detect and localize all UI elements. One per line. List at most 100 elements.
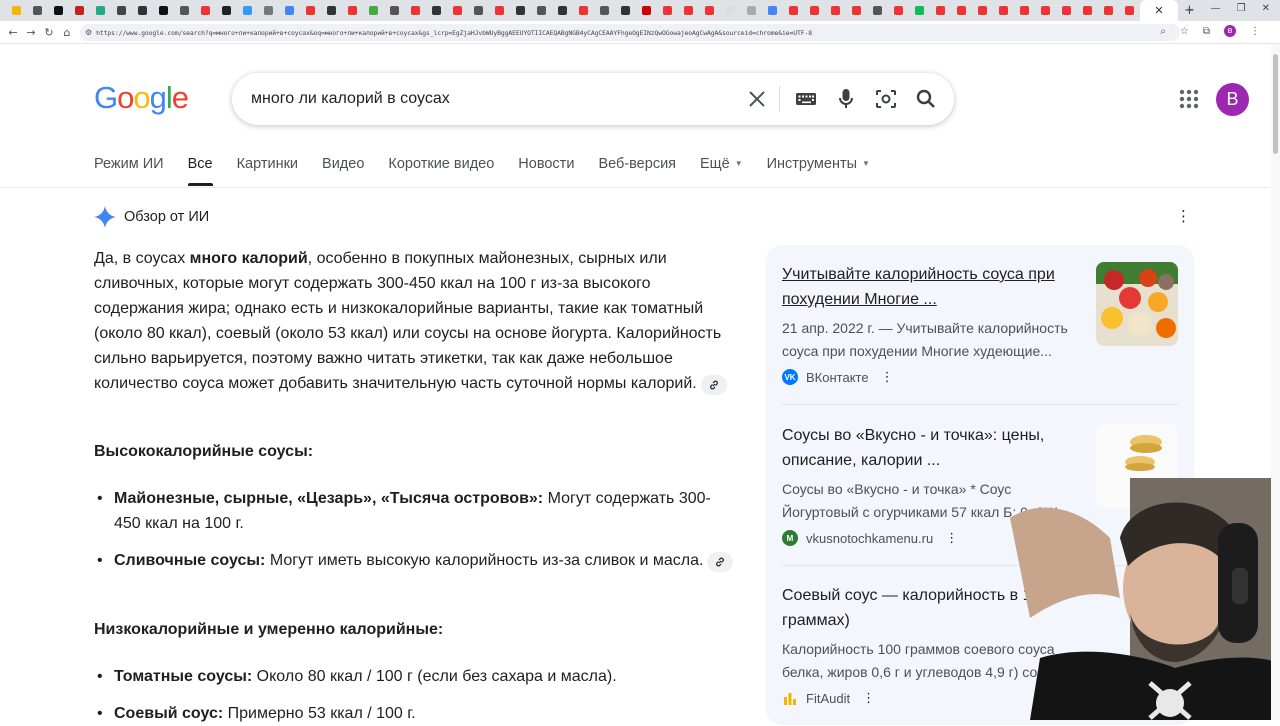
browser-tab[interactable] — [426, 0, 447, 21]
browser-tab[interactable] — [90, 0, 111, 21]
browser-tab[interactable] — [657, 0, 678, 21]
minimize-icon[interactable]: — — [1211, 3, 1221, 14]
browser-tab[interactable] — [678, 0, 699, 21]
browser-tab[interactable] — [468, 0, 489, 21]
keyboard-icon[interactable] — [794, 87, 818, 111]
site-info-icon[interactable]: ⚙ — [85, 28, 92, 37]
reload-icon[interactable]: ↻ — [40, 26, 58, 39]
filter-tab[interactable]: Все — [187, 156, 213, 186]
browser-tab[interactable] — [573, 0, 594, 21]
address-bar[interactable]: ⚙ https://www.google.com/search?q=много+… — [80, 24, 1180, 41]
browser-tab[interactable] — [237, 0, 258, 21]
close-window-icon[interactable]: ✕ — [1262, 3, 1270, 14]
filter-tab[interactable]: Видео — [322, 156, 364, 172]
browser-tab[interactable] — [594, 0, 615, 21]
browser-tab[interactable] — [930, 0, 951, 21]
microphone-icon[interactable] — [834, 87, 858, 111]
maximize-icon[interactable]: ❐ — [1237, 3, 1246, 14]
browser-tab[interactable] — [510, 0, 531, 21]
browser-tab[interactable] — [300, 0, 321, 21]
browser-tab[interactable] — [720, 0, 741, 21]
browser-tab[interactable] — [867, 0, 888, 21]
browser-tab[interactable] — [993, 0, 1014, 21]
chevron-down-icon[interactable]: ⌄ — [1186, 3, 1194, 14]
source-title[interactable]: Соусы во «Вкусно - и точка»: цены, описа… — [782, 423, 1082, 473]
browser-tab[interactable] — [888, 0, 909, 21]
more-options-icon[interactable]: ⋮ — [881, 370, 894, 385]
filter-tab[interactable]: Режим ИИ — [94, 156, 164, 172]
filter-tab[interactable]: Ещё ▼ — [700, 156, 743, 172]
browser-tab[interactable] — [1035, 0, 1056, 21]
browser-tab[interactable] — [615, 0, 636, 21]
browser-tab[interactable] — [762, 0, 783, 21]
more-options-icon[interactable]: ⋮ — [862, 691, 875, 706]
browser-tab[interactable] — [1098, 0, 1119, 21]
back-icon[interactable]: ← — [4, 26, 22, 39]
filter-tab[interactable]: Веб-версия — [598, 156, 676, 172]
browser-tab[interactable] — [69, 0, 90, 21]
source-link-icon[interactable] — [707, 552, 734, 572]
browser-tab[interactable] — [699, 0, 720, 21]
zoom-icon[interactable]: ⌕ — [1160, 26, 1166, 37]
browser-tab[interactable] — [489, 0, 510, 21]
browser-tab[interactable] — [909, 0, 930, 21]
browser-tab[interactable] — [552, 0, 573, 21]
source-thumbnail[interactable] — [1096, 262, 1178, 346]
browser-tab[interactable] — [132, 0, 153, 21]
filter-tab[interactable]: Новости — [518, 156, 574, 172]
more-options-icon[interactable]: ⋮ — [945, 531, 958, 546]
browser-tab[interactable] — [846, 0, 867, 21]
browser-tab[interactable] — [804, 0, 825, 21]
browser-tab[interactable] — [216, 0, 237, 21]
home-icon[interactable]: ⌂ — [58, 26, 76, 39]
more-options-icon[interactable]: ⋮ — [1176, 207, 1191, 225]
browser-tab[interactable] — [48, 0, 69, 21]
browser-tab[interactable] — [279, 0, 300, 21]
browser-tab[interactable] — [6, 0, 27, 21]
scrollbar-thumb[interactable] — [1273, 54, 1278, 154]
google-logo[interactable]: Google — [94, 80, 189, 116]
vertical-scrollbar[interactable] — [1271, 44, 1280, 720]
browser-tab[interactable] — [951, 0, 972, 21]
browser-tab[interactable] — [153, 0, 174, 21]
browser-tab[interactable] — [972, 0, 993, 21]
source-title[interactable]: Учитывайте калорийность соуса при похуде… — [782, 262, 1082, 312]
clear-icon[interactable] — [745, 87, 769, 111]
browser-tab[interactable] — [111, 0, 132, 21]
search-input[interactable]: много ли калорий в соусах — [251, 90, 450, 108]
browser-tab[interactable] — [636, 0, 657, 21]
browser-tab[interactable] — [405, 0, 426, 21]
search-icon[interactable] — [914, 87, 938, 111]
browser-tab[interactable] — [1014, 0, 1035, 21]
browser-tab[interactable] — [783, 0, 804, 21]
browser-tab[interactable] — [447, 0, 468, 21]
google-apps-icon[interactable] — [1178, 88, 1200, 110]
browser-tab[interactable] — [531, 0, 552, 21]
filter-tab[interactable]: Короткие видео — [388, 156, 494, 172]
browser-tab[interactable] — [27, 0, 48, 21]
avatar[interactable]: B — [1216, 83, 1249, 116]
close-tab-icon[interactable]: ✕ — [1154, 4, 1163, 17]
browser-tab[interactable] — [363, 0, 384, 21]
profile-icon[interactable]: B — [1224, 25, 1236, 37]
browser-tab[interactable] — [741, 0, 762, 21]
extensions-icon[interactable]: ⧉ — [1203, 26, 1210, 37]
browser-tab[interactable] — [1056, 0, 1077, 21]
browser-tab[interactable] — [1077, 0, 1098, 21]
browser-tab[interactable] — [258, 0, 279, 21]
browser-tab[interactable] — [1119, 0, 1140, 21]
browser-tab[interactable] — [321, 0, 342, 21]
browser-tab[interactable] — [174, 0, 195, 21]
menu-icon[interactable]: ⋮ — [1250, 26, 1260, 37]
search-box[interactable]: много ли калорий в соусах — [232, 73, 954, 125]
browser-tab[interactable] — [384, 0, 405, 21]
lens-camera-icon[interactable] — [874, 87, 898, 111]
bookmark-star-icon[interactable]: ☆ — [1180, 26, 1189, 37]
forward-icon[interactable]: → — [22, 26, 40, 39]
source-link-icon[interactable] — [700, 375, 727, 395]
browser-tab[interactable] — [825, 0, 846, 21]
browser-tab[interactable] — [342, 0, 363, 21]
browser-tab-active[interactable]: ✕ — [1140, 0, 1178, 21]
browser-tab[interactable] — [195, 0, 216, 21]
filter-tab[interactable]: Картинки — [237, 156, 298, 172]
